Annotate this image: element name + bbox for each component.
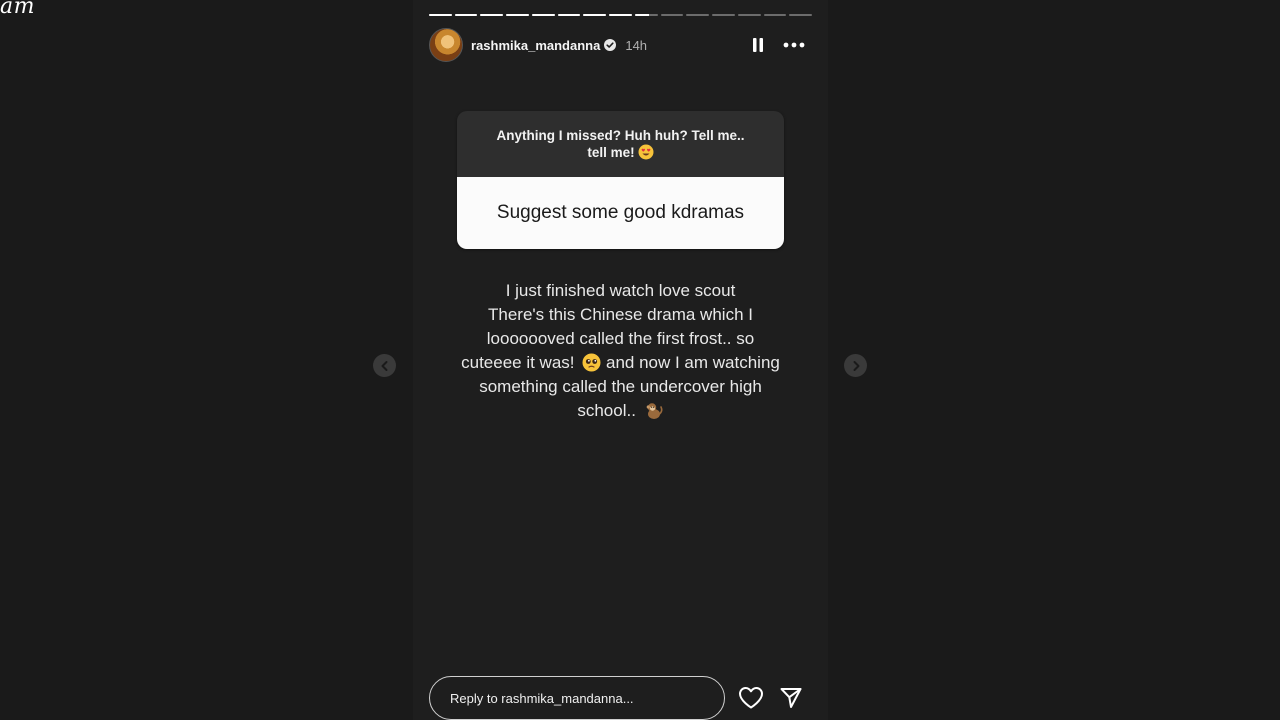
story-viewer[interactable]: rashmika_mandanna 14h Anything I missed?… xyxy=(413,0,828,720)
brand-logo-text[interactable]: am xyxy=(0,0,35,19)
reply-line: There's this Chinese drama which I xyxy=(488,305,753,324)
verified-badge-icon xyxy=(604,39,617,51)
question-sticker: Anything I missed? Huh huh? Tell me.. te… xyxy=(457,111,784,249)
progress-segment xyxy=(609,14,632,16)
progress-segment-fill xyxy=(634,14,649,16)
question-prompt-text: Anything I missed? Huh huh? Tell me.. te… xyxy=(496,128,745,160)
progress-segment xyxy=(634,14,658,16)
story-username[interactable]: rashmika_mandanna xyxy=(471,38,600,53)
reply-line: cuteeee it was! and now I am watching xyxy=(433,351,808,375)
chevron-left-icon xyxy=(381,360,387,371)
more-options-button[interactable] xyxy=(782,33,806,57)
send-icon xyxy=(780,688,802,708)
progress-segment xyxy=(531,14,555,16)
progress-segment xyxy=(737,14,761,16)
next-story-button[interactable] xyxy=(844,354,867,377)
progress-segment-fill xyxy=(506,14,529,16)
monkey-icon xyxy=(646,403,663,419)
pleading-face-icon xyxy=(582,353,601,372)
avatar[interactable] xyxy=(429,28,463,62)
story-header: rashmika_mandanna 14h xyxy=(429,28,812,62)
progress-segment xyxy=(789,14,813,16)
progress-segment xyxy=(660,14,684,16)
progress-segment xyxy=(429,14,452,16)
progress-segment-fill xyxy=(429,14,452,16)
like-button[interactable] xyxy=(737,684,765,712)
progress-segment xyxy=(712,14,735,16)
reply-line-part: school.. xyxy=(577,401,636,420)
reply-line-part: and now I am watching xyxy=(605,353,780,372)
reply-line: looooooved called the first frost.. so xyxy=(486,329,755,348)
pause-button[interactable] xyxy=(746,33,770,57)
progress-segment-fill xyxy=(531,14,555,16)
chevron-right-icon xyxy=(853,360,859,371)
pause-icon xyxy=(753,38,763,52)
more-icon xyxy=(783,42,805,48)
progress-segment-fill xyxy=(557,14,581,16)
progress-segment xyxy=(763,14,787,16)
reply-line: school.. xyxy=(433,399,808,423)
progress-segment xyxy=(454,14,478,16)
story-timestamp: 14h xyxy=(625,37,648,53)
story-reply-text: I just finished watch love scout There's… xyxy=(433,279,808,423)
progress-segment xyxy=(686,14,710,16)
progress-segment-fill xyxy=(480,14,504,16)
reply-input[interactable] xyxy=(429,676,725,720)
story-progress-bar xyxy=(429,14,813,16)
page: am rashmika_mandanna 14h Anything I miss… xyxy=(0,0,1280,720)
heart-eyes-face-icon xyxy=(638,144,654,160)
question-prompt: Anything I missed? Huh huh? Tell me.. te… xyxy=(457,111,784,177)
progress-segment-fill xyxy=(609,14,632,16)
story-footer xyxy=(429,676,812,720)
progress-segment xyxy=(480,14,504,16)
progress-segment-fill xyxy=(454,14,478,16)
previous-story-button[interactable] xyxy=(373,354,396,377)
share-button[interactable] xyxy=(777,684,805,712)
reply-line-part: cuteeee it was! xyxy=(461,353,575,372)
progress-segment xyxy=(583,14,607,16)
reply-line: something called the undercover high xyxy=(479,377,762,396)
question-answer: Suggest some good kdramas xyxy=(457,177,784,249)
progress-segment xyxy=(506,14,529,16)
progress-segment-fill xyxy=(583,14,607,16)
progress-segment xyxy=(557,14,581,16)
heart-icon xyxy=(739,687,763,709)
reply-line: I just finished watch love scout xyxy=(505,281,736,300)
